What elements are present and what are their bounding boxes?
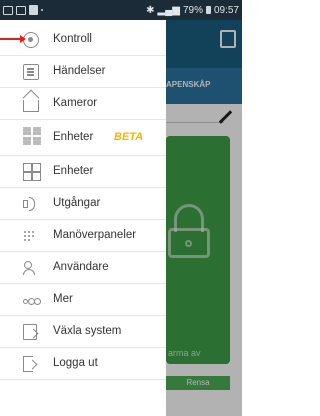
list-icon [23, 64, 39, 80]
grid-outline-icon [23, 163, 41, 181]
menu-item-label: Mer [53, 293, 73, 305]
battery-icon [205, 6, 211, 14]
menu-item-label: Enheter [53, 165, 94, 177]
bluetooth-icon: ✱ [146, 4, 155, 16]
menu-item-label: Händelser [53, 65, 106, 77]
clock: 09:57 [213, 4, 239, 16]
navigation-drawer: Kontroll Händelser Kameror Enheter BETA … [0, 20, 166, 416]
signal-icon: ▂▄▆ [157, 4, 180, 16]
beta-badge: BETA [114, 131, 144, 143]
menu-item-anvandare[interactable]: Användare [0, 252, 166, 284]
menu-item-enheter-beta[interactable]: Enheter BETA [0, 120, 166, 156]
switch-system-icon [23, 324, 37, 340]
logout-icon [23, 356, 33, 372]
menu-item-enheter[interactable]: Enheter [0, 156, 166, 188]
menu-item-mer[interactable]: Mer [0, 284, 166, 316]
menu-item-label: Utgångar [53, 197, 101, 209]
cast-notification-icon [16, 5, 26, 15]
annotation-arrow-head-icon [20, 35, 26, 43]
menu-item-handelser[interactable]: Händelser [0, 56, 166, 88]
keypad-icon [23, 228, 39, 244]
menu-item-vaxla-system[interactable]: Växla system [0, 316, 166, 348]
status-bar: ✱ ▂▄▆ 79% 09:57 [0, 0, 242, 20]
status-left-icons [3, 5, 43, 15]
menu-item-label: Användare [53, 261, 109, 273]
grid-icon [23, 127, 41, 145]
annotation-arrow [0, 38, 22, 40]
status-right: ✱ ▂▄▆ 79% 09:57 [146, 5, 239, 16]
menu-item-label: Kameror [53, 97, 98, 109]
menu-item-logga-ut[interactable]: Logga ut [0, 348, 166, 380]
gallery-notification-icon [3, 5, 13, 15]
speaker-icon [23, 196, 39, 212]
app-notification-icon [29, 5, 38, 15]
menu-item-label: Logga ut [53, 357, 98, 369]
users-icon [23, 260, 39, 276]
menu-item-label: Kontroll [53, 33, 92, 45]
menu-item-kameror[interactable]: Kameror [0, 88, 166, 120]
house-icon [23, 100, 39, 112]
menu-item-utgangar[interactable]: Utgångar [0, 188, 166, 220]
menu-item-label: Växla system [53, 325, 122, 337]
notification-dot-icon [41, 9, 43, 11]
menu-item-label: Manöverpaneler [53, 229, 137, 241]
menu-item-manoverpaneler[interactable]: Manöverpaneler [0, 220, 166, 252]
battery-percent: 79% [182, 4, 203, 16]
more-icon [23, 292, 39, 308]
menu-item-label: Enheter [53, 131, 94, 143]
